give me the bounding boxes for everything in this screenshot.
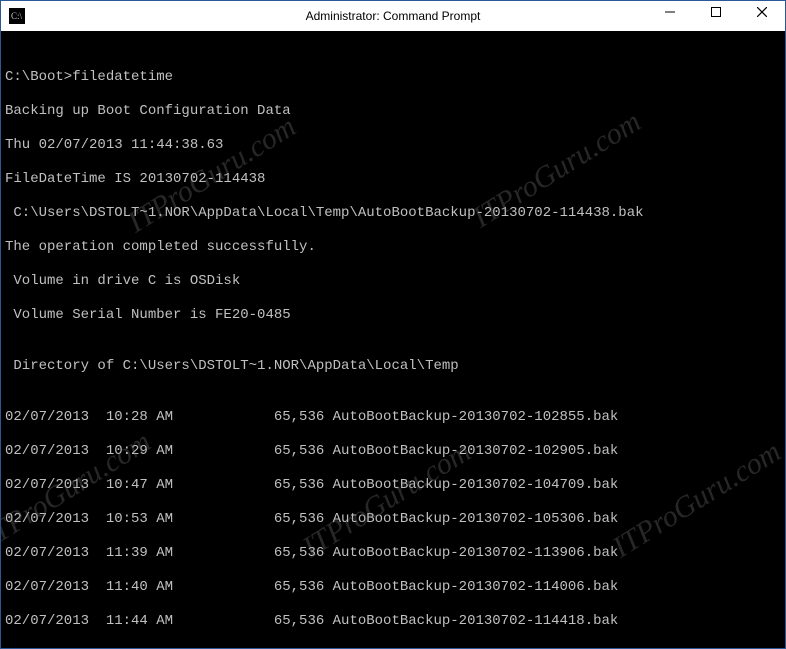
maximize-button[interactable] [693, 1, 739, 23]
dir-row: 02/07/2013 11:39 AM 65,536 AutoBootBacku… [5, 545, 781, 562]
console-line: Thu 02/07/2013 11:44:38.63 [5, 137, 781, 154]
typed-command: filedatetime [72, 69, 173, 85]
close-button[interactable] [739, 1, 785, 23]
dir-row: 02/07/2013 10:28 AM 65,536 AutoBootBacku… [5, 409, 781, 426]
title-bar[interactable]: C:\ Administrator: Command Prompt [1, 1, 785, 31]
dir-row: 02/07/2013 11:40 AM 65,536 AutoBootBacku… [5, 579, 781, 596]
dir-row: 02/07/2013 11:44 AM 65,536 AutoBootBacku… [5, 613, 781, 630]
command-prompt-window: C:\ Administrator: Command Prompt C:\Boo… [0, 0, 786, 649]
minimize-button[interactable] [647, 1, 693, 23]
console-line: C:\Boot>filedatetime [5, 69, 781, 86]
svg-text:C:\: C:\ [11, 11, 23, 21]
dir-row: 02/07/2013 10:47 AM 65,536 AutoBootBacku… [5, 477, 781, 494]
app-icon: C:\ [9, 8, 25, 24]
console-line: The operation completed successfully. [5, 239, 781, 256]
console-area[interactable]: C:\Boot>filedatetime Backing up Boot Con… [1, 31, 785, 648]
console-line: C:\Users\DSTOLT~1.NOR\AppData\Local\Temp… [5, 205, 781, 222]
prompt: C:\Boot> [5, 69, 72, 85]
console-line: FileDateTime IS 20130702-114438 [5, 171, 781, 188]
dir-row: 02/07/2013 10:53 AM 65,536 AutoBootBacku… [5, 511, 781, 528]
console-line: Volume Serial Number is FE20-0485 [5, 307, 781, 324]
dir-row: 02/07/2013 10:29 AM 65,536 AutoBootBacku… [5, 443, 781, 460]
console-line: Backing up Boot Configuration Data [5, 103, 781, 120]
console-line: Volume in drive C is OSDisk [5, 273, 781, 290]
dir-row: 02/07/2013 11:44 AM 65,536 AutoBootBacku… [5, 647, 781, 648]
console-line: Directory of C:\Users\DSTOLT~1.NOR\AppDa… [5, 358, 781, 375]
window-controls [647, 1, 785, 23]
